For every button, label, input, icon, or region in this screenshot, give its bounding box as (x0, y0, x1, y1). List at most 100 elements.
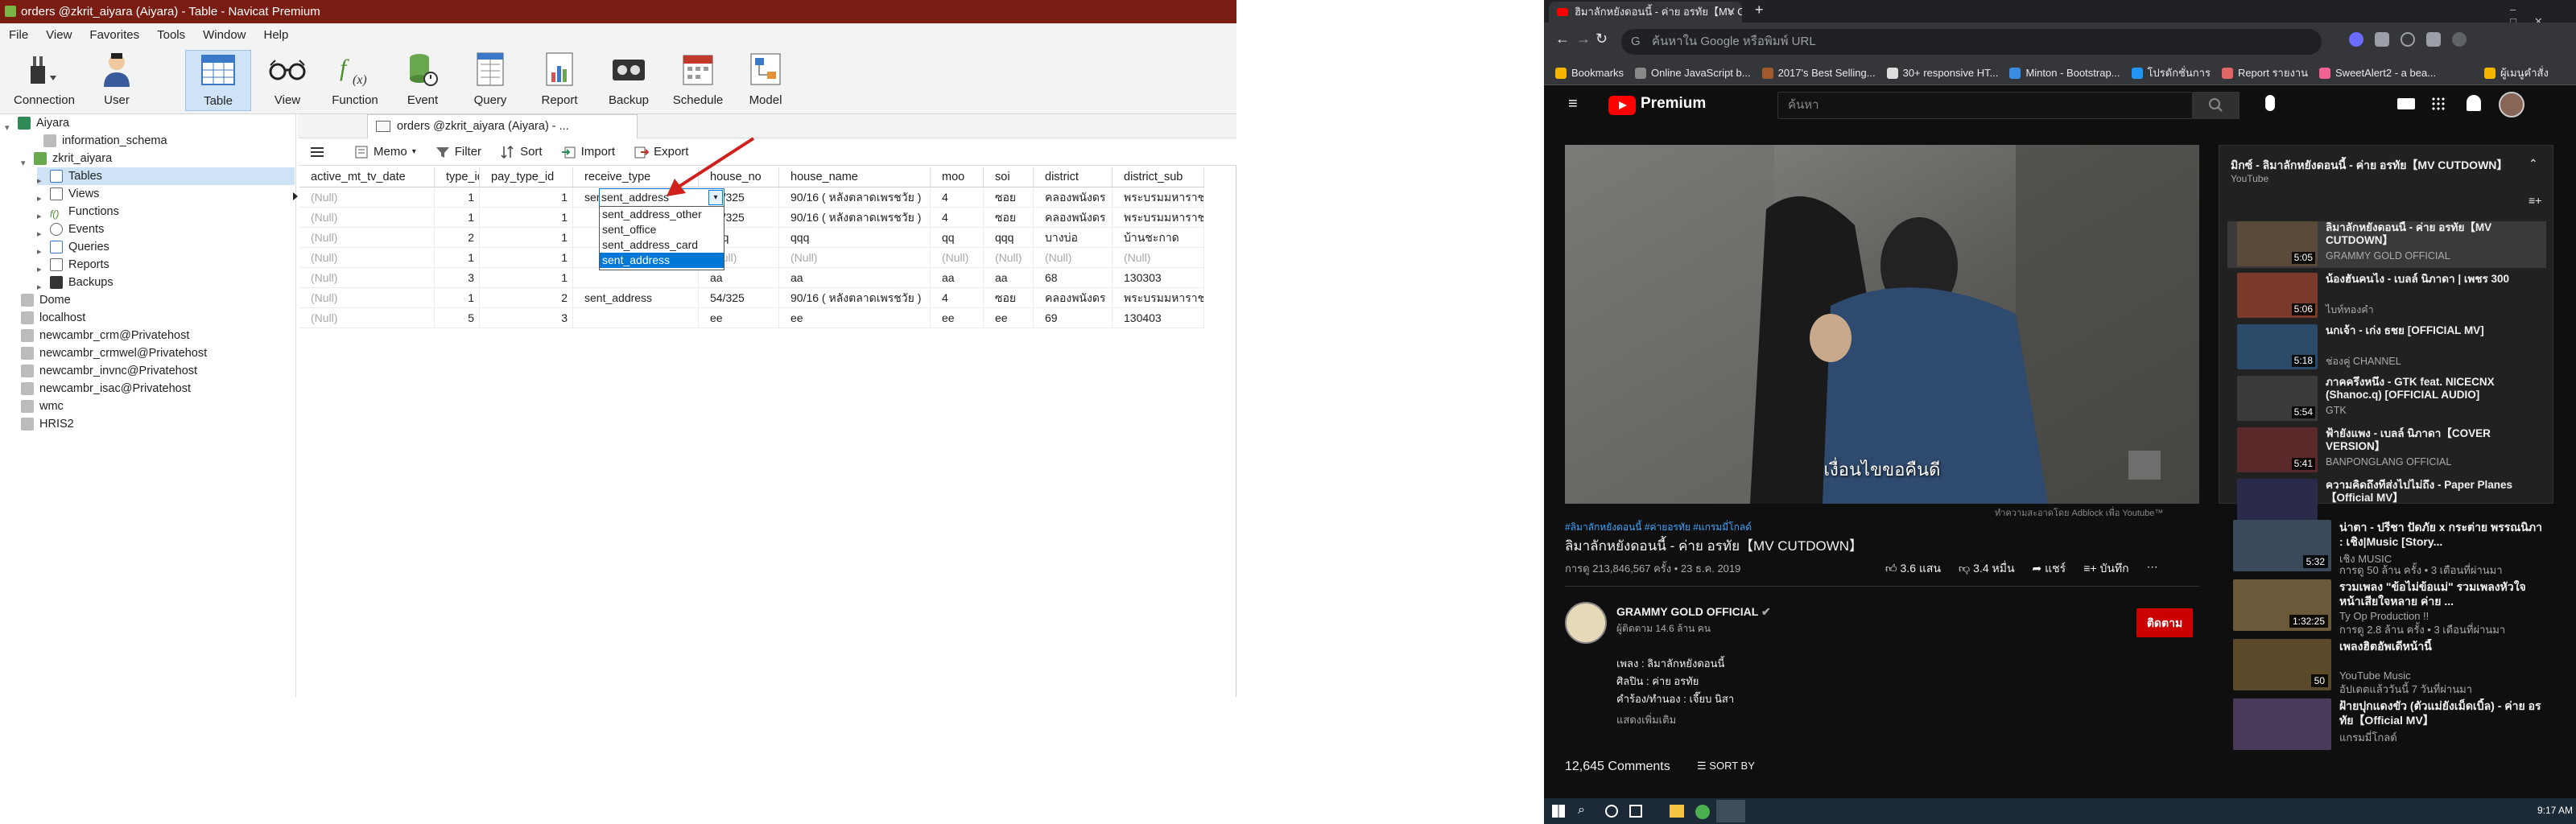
share-button[interactable]: ➦ แชร์ (2033, 560, 2066, 578)
table-row[interactable]: (Null) 1 1 54/325 90/16 ( หลังตลาดเพรชวัย ) 4… (299, 208, 1236, 228)
table-cell[interactable]: sent_address (573, 288, 699, 308)
table-cell[interactable]: (Null) (1034, 248, 1113, 268)
table-cell[interactable]: คลองพนังดร (1034, 288, 1113, 308)
show-more-link[interactable]: แสดงเพิ่มเติม (1616, 711, 1734, 729)
hashtags[interactable]: #ลิมาลักหยังดอนนี้ #ค่ายอรทัย #แกรมมี่โก… (1565, 520, 1752, 535)
table-cell[interactable]: 1 (435, 208, 480, 228)
table-cell[interactable] (573, 268, 699, 288)
table-cell[interactable]: 90/16 ( หลังตลาดเพรชวัย ) (779, 208, 931, 228)
close-icon[interactable]: ✕ (1727, 2, 1736, 23)
table-cell[interactable]: (Null) (299, 268, 435, 288)
table-cell[interactable]: บางบ่อ (1034, 228, 1113, 248)
model-button[interactable]: Model (733, 50, 799, 111)
dropdown-option[interactable]: sent_address_card (600, 237, 724, 253)
chevron-right-icon[interactable]: ▸ (37, 190, 45, 204)
video-player[interactable]: เงื่อนไขขอคืนดี (1565, 145, 2199, 504)
search-button[interactable] (2193, 92, 2240, 119)
suggested-video[interactable]: 5:32 น่าตา - ปรีชา ปัดภัย x กระต่าย พรรณน… (2233, 520, 2549, 576)
hamburger-menu-icon[interactable]: ≡ (1568, 95, 1578, 113)
column-header[interactable]: type_id (435, 167, 480, 187)
function-button[interactable]: f (x) Function (322, 50, 388, 111)
user-button[interactable]: User (84, 50, 150, 111)
new-tab-button[interactable]: + (1755, 2, 1764, 19)
menu-help[interactable]: Help (255, 28, 298, 42)
table-cell[interactable]: 90/16 ( หลังตลาดเพรชวัย ) (779, 288, 931, 308)
menu-window[interactable]: Window (194, 28, 254, 42)
import-button[interactable]: Import (559, 143, 619, 160)
suggested-video[interactable]: ฝ้ายปุกแดงขัว (ตัวแม่ยังเม็ดเบิ้ล) - ค่า… (2233, 698, 2549, 752)
table-cell[interactable]: 68 (1034, 268, 1113, 288)
profile-icon[interactable] (2452, 32, 2467, 47)
filter-button[interactable]: Filter (432, 143, 485, 160)
tree-queries[interactable]: ▸ Queries (37, 238, 109, 257)
notifications-bell-icon[interactable] (2467, 95, 2481, 111)
table-cell[interactable]: 4 (931, 288, 984, 308)
tree-db-zkrit-aiyara[interactable]: ▾ zkrit_aiyara (21, 150, 112, 168)
table-cell[interactable]: 4 (931, 187, 984, 208)
more-actions-icon[interactable]: ⋯ (2147, 560, 2158, 578)
create-video-icon[interactable] (2397, 98, 2415, 109)
file-explorer-icon[interactable] (1670, 805, 1684, 818)
tree-views[interactable]: ▸ Views (37, 185, 99, 204)
table-cell[interactable] (573, 308, 699, 328)
table-cell[interactable]: (Null) (299, 288, 435, 308)
browser-tab-youtube[interactable]: ฮิมาลักหยังดอนนี้ - ค่าย อรทัย【MV CUTDOW… (1549, 2, 1742, 23)
table-cell[interactable]: 1 (435, 248, 480, 268)
table-cell[interactable]: 130403 (1113, 308, 1204, 328)
table-cell[interactable]: (Null) (299, 208, 435, 228)
chevron-down-icon[interactable]: ▾ (5, 119, 13, 133)
table-cell[interactable]: 4 (931, 208, 984, 228)
task-view-icon[interactable] (1629, 805, 1642, 818)
tree-reports[interactable]: ▸ Reports (37, 256, 109, 274)
like-button[interactable]: 👍︎ 3.6 แสน (1885, 560, 1941, 578)
table-row[interactable]: (Null)11(Null)(Null)(Null)(Null)(Null)(N… (299, 248, 1236, 268)
playlist-item[interactable]: 5:41 ฟ้ายังแพง - เบลล์ นิภาดา【COVER VERSI… (2227, 427, 2546, 474)
table-cell[interactable]: 3 (435, 268, 480, 288)
table-row[interactable]: (Null) 3 1 aa aa aa aa 68 130303 (299, 268, 1236, 288)
dropdown-option[interactable]: sent_address (600, 253, 724, 268)
hamburger-menu-button[interactable] (308, 145, 327, 159)
table-cell[interactable]: พระบรมมหาราชวัง (1113, 208, 1204, 228)
menu-favorites[interactable]: Favorites (80, 28, 148, 42)
tree-connection-dome[interactable]: Dome (21, 291, 71, 309)
table-row[interactable]: (Null) 5 3 ee ee ee ee 69 130403 (299, 308, 1236, 328)
back-icon[interactable]: ← (1555, 31, 1570, 47)
sort-comments-button[interactable]: ☰ SORT BY (1697, 760, 1755, 772)
table-row[interactable]: (Null)11sent_address54/32590/16 ( หลังตล… (299, 187, 1236, 208)
windows-start-icon[interactable] (1552, 805, 1565, 818)
tree-functions[interactable]: ▸ f() Functions (37, 203, 119, 221)
tree-connection-isac[interactable]: newcambr_isac@Privatehost (21, 380, 191, 398)
table-cell[interactable]: aa (931, 268, 984, 288)
forward-icon[interactable]: → (1576, 31, 1591, 47)
table-cell[interactable]: พระบรมมหาราชวัง (1113, 187, 1204, 208)
view-button[interactable]: View (254, 50, 320, 111)
table-cell[interactable]: ซอย (984, 208, 1034, 228)
table-cell[interactable]: ee (779, 308, 931, 328)
table-cell[interactable]: 90/16 ( หลังตลาดเพรชวัย ) (779, 187, 931, 208)
taskbar-item-active[interactable] (1716, 800, 1745, 822)
extension-icon[interactable] (2426, 32, 2441, 47)
channel-name[interactable]: GRAMMY GOLD OFFICIAL ✔ (1616, 605, 1771, 619)
table-cell[interactable]: 1 (480, 248, 573, 268)
extension-icon[interactable] (2375, 32, 2389, 47)
tree-connection-crm[interactable]: newcambr_crm@Privatehost (21, 327, 189, 344)
suggested-video[interactable]: 50 เพลงฮิตอัพเดีหน้านี้ YouTube Music อัปเด… (2233, 639, 2549, 695)
column-header[interactable]: district_sub (1113, 167, 1204, 187)
playlist-item[interactable]: ความคิดถึงที่ส่งไปไม่ถึง - Paper Planes【… (2227, 479, 2546, 525)
extension-icon[interactable] (2401, 32, 2415, 47)
bookmark-item[interactable]: ผู้เมนูคำสั่ง (2484, 64, 2549, 81)
channel-avatar[interactable] (1565, 602, 1607, 644)
table-cell[interactable]: 1 (480, 208, 573, 228)
table-cell[interactable]: aa (699, 268, 779, 288)
apps-grid-icon[interactable] (2431, 97, 2446, 111)
youtube-logo-icon[interactable] (1608, 96, 1636, 115)
suggested-video[interactable]: 1:32:25 รวมเพลง "ข้อไม่ข้อแม่" รวมเพลงหัว… (2233, 579, 2549, 636)
table-cell[interactable]: (Null) (931, 248, 984, 268)
bookmark-item[interactable]: SweetAlert2 - a bea... (2319, 67, 2436, 79)
tree-backups[interactable]: ▸ Backups (37, 274, 114, 292)
table-cell[interactable]: 54/325 (699, 288, 779, 308)
tab-orders[interactable]: orders @zkrit_aiyara (Aiyara) - ... (367, 114, 638, 138)
playlist-item[interactable]: 5:05 ลิมาลักหยังดอนนี้ - ค่าย อรทัย【MV CU… (2227, 221, 2546, 268)
table-cell[interactable]: (Null) (779, 248, 931, 268)
table-cell[interactable]: 1 (480, 187, 573, 208)
